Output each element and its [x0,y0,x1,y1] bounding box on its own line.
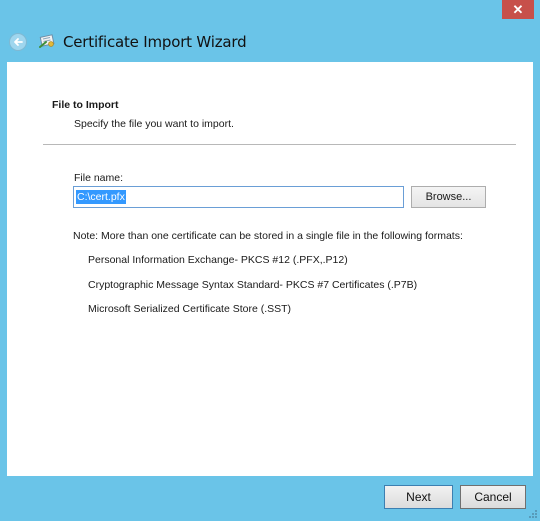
file-name-value: C:\cert.pfx [76,190,126,204]
close-button[interactable]: ✕ [502,0,534,19]
format-item-p7b: Cryptographic Message Syntax Standard- P… [88,279,418,291]
section-title: File to Import [52,99,119,111]
resize-grip-icon[interactable] [528,509,538,519]
header-divider [43,144,516,145]
section-description: Specify the file you want to import. [74,118,234,130]
certificate-import-wizard-window: ✕ Certificate Import Wizard File to Impo… [0,0,540,521]
file-name-input[interactable]: C:\cert.pfx [73,186,404,208]
format-item-sst: Microsoft Serialized Certificate Store (… [88,303,292,315]
back-button[interactable] [9,33,27,51]
certificate-wizard-icon [39,34,55,48]
wizard-footer [0,476,540,521]
cancel-button[interactable]: Cancel [460,485,526,509]
next-button[interactable]: Next [384,485,453,509]
formats-note: Note: More than one certificate can be s… [73,230,463,242]
wizard-page-content: File to Import Specify the file you want… [7,62,533,476]
close-icon: ✕ [512,1,524,17]
format-item-pfx: Personal Information Exchange- PKCS #12 … [88,254,348,266]
browse-button[interactable]: Browse... [411,186,486,208]
file-name-label: File name: [74,172,124,184]
back-arrow-icon [14,38,23,46]
window-title: Certificate Import Wizard [63,33,247,51]
